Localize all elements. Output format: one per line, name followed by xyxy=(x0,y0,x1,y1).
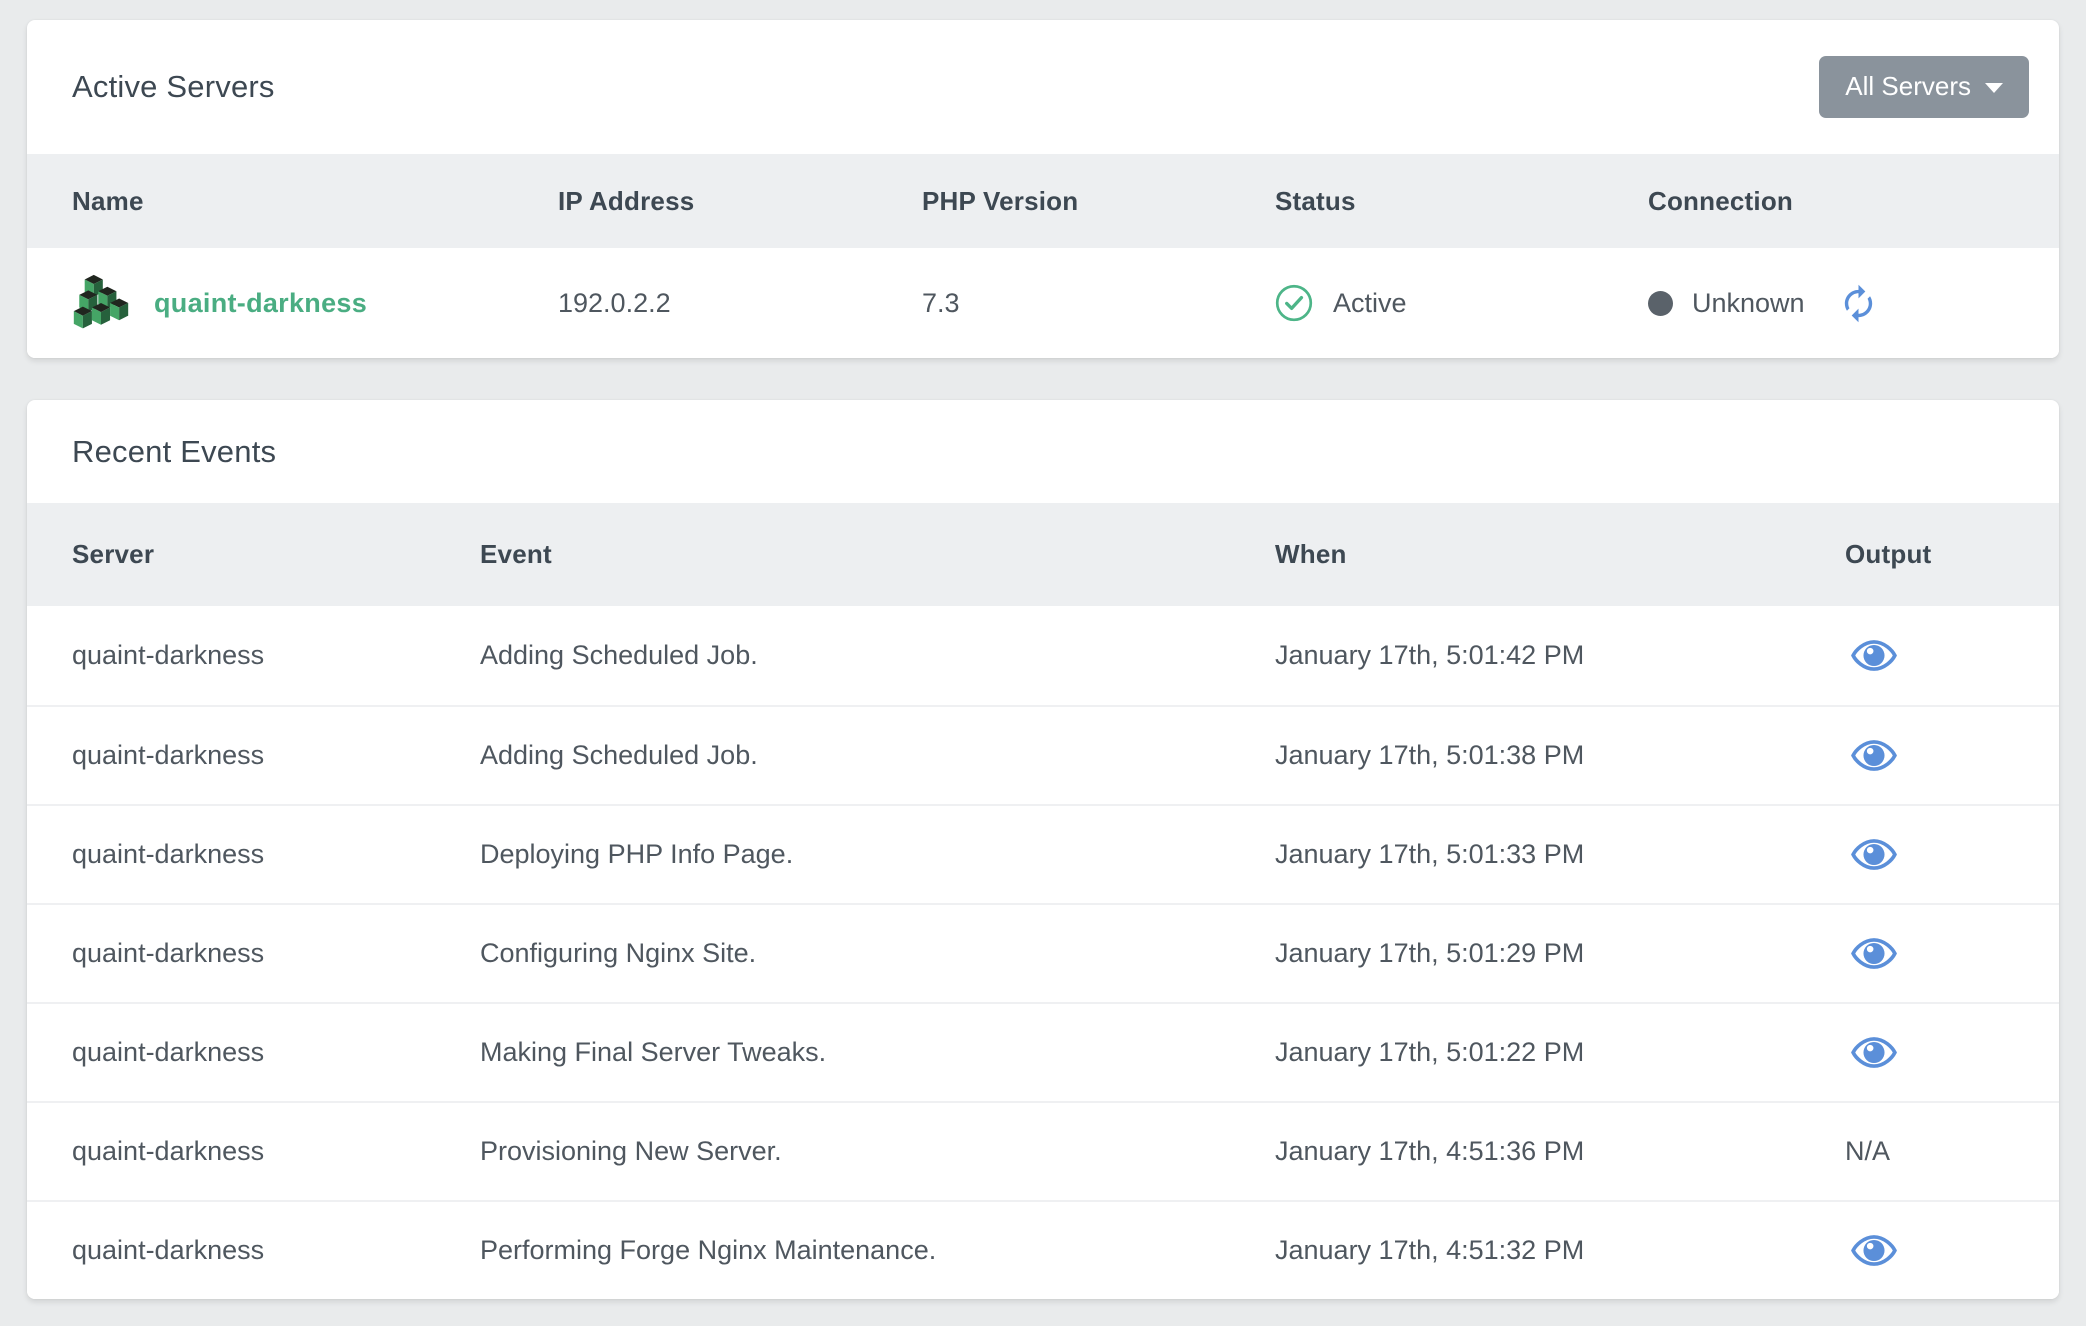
event-row: quaint-darkness Adding Scheduled Job. Ja… xyxy=(27,705,2059,804)
refresh-icon xyxy=(1838,312,1879,327)
event-timestamp: January 17th, 5:01:22 PM xyxy=(1275,1037,1845,1068)
column-header-when: When xyxy=(1275,539,1845,570)
linode-cubes-icon xyxy=(72,270,130,336)
event-timestamp: January 17th, 5:01:33 PM xyxy=(1275,839,1845,870)
active-servers-card: Active Servers All Servers Name IP Addre… xyxy=(27,20,2059,358)
servers-table-header: Name IP Address PHP Version Status Conne… xyxy=(27,154,2059,248)
column-header-output: Output xyxy=(1845,539,2014,570)
events-table-header: Server Event When Output xyxy=(27,503,2059,606)
event-row: quaint-darkness Performing Forge Nginx M… xyxy=(27,1200,2059,1299)
event-description: Making Final Server Tweaks. xyxy=(480,1037,1275,1068)
event-description: Provisioning New Server. xyxy=(480,1136,1275,1167)
column-header-ip: IP Address xyxy=(558,186,922,217)
event-output xyxy=(1845,639,2014,672)
events-table-body: quaint-darkness Adding Scheduled Job. Ja… xyxy=(27,606,2059,1299)
recent-events-card: Recent Events Server Event When Output q… xyxy=(27,400,2059,1299)
event-description: Adding Scheduled Job. xyxy=(480,640,1275,671)
event-output xyxy=(1845,739,2014,772)
eye-icon xyxy=(1851,1255,1897,1270)
status-dot xyxy=(1648,291,1673,316)
event-output xyxy=(1845,1234,2014,1267)
event-server: quaint-darkness xyxy=(72,938,480,969)
column-header-event: Event xyxy=(480,539,1275,570)
view-output-button[interactable] xyxy=(1851,838,1897,871)
active-servers-title: Active Servers xyxy=(72,69,275,105)
event-server: quaint-darkness xyxy=(72,740,480,771)
column-header-status: Status xyxy=(1275,186,1648,217)
dashboard-page: Active Servers All Servers Name IP Addre… xyxy=(0,0,2086,1299)
view-output-button[interactable] xyxy=(1851,1234,1897,1267)
column-header-connection: Connection xyxy=(1648,186,2014,217)
event-server: quaint-darkness xyxy=(72,640,480,671)
event-output xyxy=(1845,1036,2014,1069)
event-description: Configuring Nginx Site. xyxy=(480,938,1275,969)
event-row: quaint-darkness Configuring Nginx Site. … xyxy=(27,903,2059,1002)
view-output-button[interactable] xyxy=(1851,1036,1897,1069)
event-timestamp: January 17th, 5:01:42 PM xyxy=(1275,640,1845,671)
check-circle-icon xyxy=(1275,284,1313,322)
eye-icon xyxy=(1851,760,1897,775)
all-servers-dropdown-button[interactable]: All Servers xyxy=(1819,56,2029,118)
event-server: quaint-darkness xyxy=(72,1235,480,1266)
event-description: Performing Forge Nginx Maintenance. xyxy=(480,1235,1275,1266)
column-header-php: PHP Version xyxy=(922,186,1275,217)
server-ip: 192.0.2.2 xyxy=(558,288,922,319)
event-row: quaint-darkness Adding Scheduled Job. Ja… xyxy=(27,606,2059,705)
event-timestamp: January 17th, 4:51:36 PM xyxy=(1275,1136,1845,1167)
event-row: quaint-darkness Making Final Server Twea… xyxy=(27,1002,2059,1101)
recent-events-title: Recent Events xyxy=(72,434,276,470)
server-status-text: Active xyxy=(1333,288,1407,319)
event-row: quaint-darkness Provisioning New Server.… xyxy=(27,1101,2059,1200)
event-timestamp: January 17th, 5:01:29 PM xyxy=(1275,938,1845,969)
event-output xyxy=(1845,838,2014,871)
view-output-button[interactable] xyxy=(1851,639,1897,672)
column-header-server: Server xyxy=(72,539,480,570)
refresh-connection-button[interactable] xyxy=(1838,283,1879,324)
server-name-link[interactable]: quaint-darkness xyxy=(154,288,367,319)
event-server: quaint-darkness xyxy=(72,1136,480,1167)
event-timestamp: January 17th, 5:01:38 PM xyxy=(1275,740,1845,771)
eye-icon xyxy=(1851,660,1897,675)
event-server: quaint-darkness xyxy=(72,1037,480,1068)
column-header-name: Name xyxy=(72,186,558,217)
eye-icon xyxy=(1851,958,1897,973)
event-description: Adding Scheduled Job. xyxy=(480,740,1275,771)
event-server: quaint-darkness xyxy=(72,839,480,870)
server-php-version: 7.3 xyxy=(922,288,1275,319)
event-output-na: N/A xyxy=(1845,1136,2014,1167)
server-connection-text: Unknown xyxy=(1692,288,1805,319)
eye-icon xyxy=(1851,1057,1897,1072)
event-description: Deploying PHP Info Page. xyxy=(480,839,1275,870)
eye-icon xyxy=(1851,859,1897,874)
view-output-button[interactable] xyxy=(1851,739,1897,772)
caret-down-icon xyxy=(1985,83,2003,93)
event-row: quaint-darkness Deploying PHP Info Page.… xyxy=(27,804,2059,903)
event-output xyxy=(1845,937,2014,970)
event-timestamp: January 17th, 4:51:32 PM xyxy=(1275,1235,1845,1266)
all-servers-dropdown-label: All Servers xyxy=(1845,71,1971,102)
server-row: quaint-darkness 192.0.2.2 7.3 Active Unk… xyxy=(27,248,2059,358)
view-output-button[interactable] xyxy=(1851,937,1897,970)
